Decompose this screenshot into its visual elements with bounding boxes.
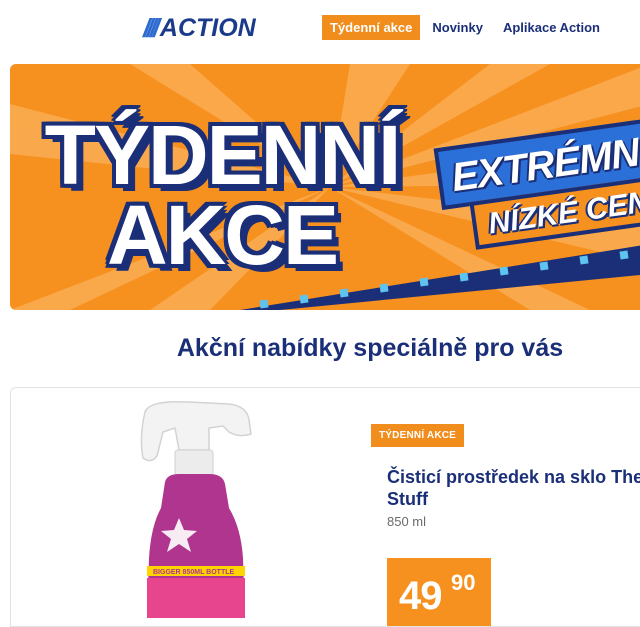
bottle-lower <box>147 578 245 618</box>
nav-item-new-arrivals[interactable]: Novinky <box>424 15 491 40</box>
promo-banner[interactable]: TÝDENNÍ AKCE EXTRÉMN NÍZKÉ CENY <box>10 64 640 310</box>
price-integer: 49 <box>399 574 442 618</box>
banner-headline-line2: AKCE <box>106 187 339 282</box>
price-box: 49 90 <box>387 558 491 626</box>
main-nav: Týdenní akce Novinky Aplikace Action <box>322 15 612 40</box>
action-logo[interactable]: //// ACTION <box>143 12 256 43</box>
price-decimal: 90 <box>451 570 476 595</box>
weekly-deal-badge: TÝDENNÍ AKCE <box>371 424 465 447</box>
site-header: //// ACTION Týdenní akce Novinky Aplikac… <box>0 0 640 56</box>
bottle-label-text: BIGGER 850ML BOTTLE <box>153 569 234 576</box>
banner-headline-line1: TÝDENNÍ <box>44 108 402 202</box>
spray-neck <box>174 449 214 477</box>
product-size: 850 ml <box>387 514 427 529</box>
logo-text: ACTION <box>159 13 256 42</box>
product-card[interactable]: BIGGER 850ML BOTTLE TÝDENNÍ AKCE Čisticí… <box>10 387 640 627</box>
product-name[interactable]: Čisticí prostředek na sklo The Stuff <box>387 466 640 510</box>
logo-slashes-icon: //// <box>143 12 160 43</box>
nav-item-app[interactable]: Aplikace Action <box>495 15 608 40</box>
nav-item-weekly-deals[interactable]: Týdenní akce <box>322 15 421 40</box>
banner-headline: TÝDENNÍ AKCE <box>42 108 402 282</box>
product-image[interactable]: BIGGER 850ML BOTTLE <box>129 398 259 618</box>
section-title: Akční nabídky speciálně pro vás <box>176 334 564 362</box>
